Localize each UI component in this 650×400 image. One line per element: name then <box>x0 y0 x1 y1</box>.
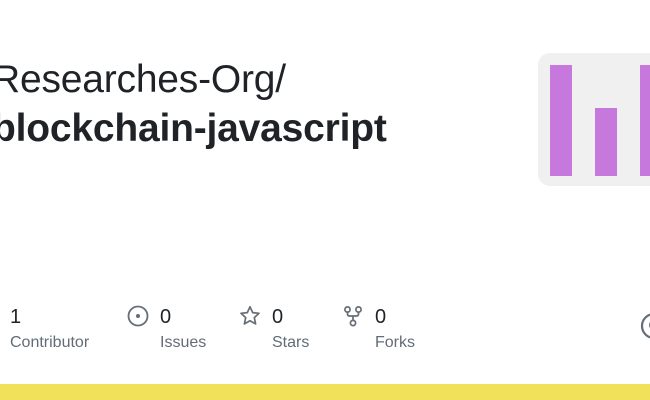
stat-contributors-label: Contributor <box>10 334 90 351</box>
repo-owner: Researches-Org/ <box>0 58 286 101</box>
stat-issues-label: Issues <box>160 334 207 351</box>
stat-contributors-value: 1 <box>10 306 22 328</box>
repo-name: blockchain-javascript <box>0 107 387 150</box>
language-bar <box>550 65 572 176</box>
language-bar <box>595 108 617 176</box>
stat-stars-value: 0 <box>272 306 284 328</box>
language-color-stripe <box>0 384 650 400</box>
repo-forked-icon <box>344 306 362 327</box>
stat-issues-value: 0 <box>160 306 172 328</box>
stat-forks-label: Forks <box>375 334 415 351</box>
language-bar <box>640 65 650 176</box>
stat-forks-value: 0 <box>375 306 387 328</box>
issue-opened-icon <box>127 305 149 327</box>
star-icon <box>240 305 260 325</box>
repo-stats: 1 Contributor 0 Issues 0 Stars 0 Forks <box>0 300 650 360</box>
github-mark-icon <box>640 313 650 339</box>
stat-stars-label: Stars <box>272 334 310 351</box>
language-chart-card <box>538 53 650 186</box>
